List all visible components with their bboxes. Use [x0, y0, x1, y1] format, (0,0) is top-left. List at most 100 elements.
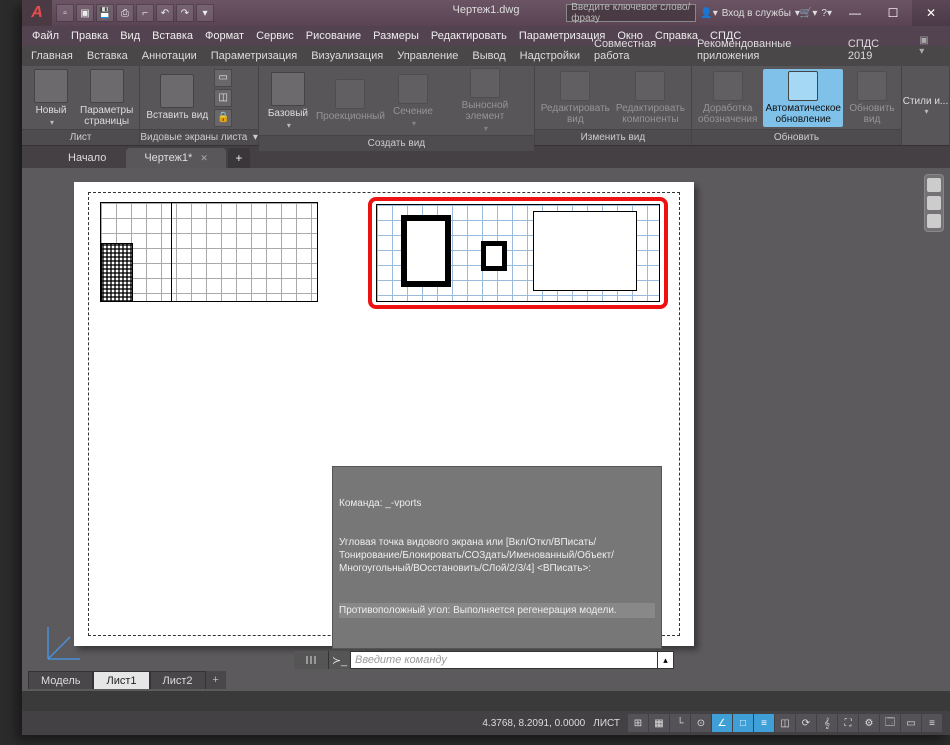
command-history[interactable]: Команда: _-vports Угловая точка видового…	[332, 466, 662, 649]
auto-update-button[interactable]: Автоматическое обновление	[763, 69, 843, 127]
cart-icon[interactable]: ▾🛒▾	[795, 8, 818, 19]
tab-visual[interactable]: Визуализация	[304, 47, 390, 66]
menu-edit[interactable]: Правка	[65, 28, 114, 44]
menu-insert[interactable]: Вставка	[146, 28, 199, 44]
status-clean-icon[interactable]: ▭	[901, 714, 921, 732]
qat-more-icon[interactable]: ▾	[196, 4, 214, 22]
annotation-highlight	[368, 197, 668, 309]
close-button[interactable]	[912, 0, 950, 26]
status-custom-icon[interactable]: ≡	[922, 714, 942, 732]
doc-tab-drawing[interactable]: Чертеж1*✕	[126, 148, 226, 168]
menu-dim[interactable]: Размеры	[367, 28, 425, 44]
tab-home[interactable]: Главная	[24, 47, 80, 66]
panel-create-view: Базовый▾ Проекционный Сечение▾ Выносной …	[259, 66, 535, 145]
qat-undo-icon[interactable]: ↶	[156, 4, 174, 22]
close-doc-icon[interactable]: ✕	[200, 153, 208, 164]
window-controls	[836, 0, 950, 26]
title-bar: A ▫ ▣ 💾 ⎙ ⌐ ↶ ↷ ▾ Чертеж1.dwg Введите кл…	[22, 0, 950, 26]
symbol-sketch-button[interactable]: Доработка обозначения	[698, 71, 757, 125]
status-polar-icon[interactable]: ⊙	[691, 714, 711, 732]
command-input[interactable]: Введите команду	[350, 651, 658, 669]
menu-draw[interactable]: Рисование	[300, 28, 367, 44]
insert-view-button[interactable]: Вставить вид	[146, 74, 208, 121]
vp-clip-icon[interactable]: ◫	[214, 89, 232, 107]
menu-file[interactable]: Файл	[26, 28, 65, 44]
status-workspace-icon[interactable]: ⚙	[859, 714, 879, 732]
panel-title-sheet: Лист	[22, 129, 139, 145]
update-view-button[interactable]: Обновить вид	[849, 71, 895, 125]
panel-title-vp: Видовые экраны листа ▾	[140, 129, 258, 145]
sheet-list1[interactable]: Лист1	[93, 671, 149, 689]
sheet-list2[interactable]: Лист2	[150, 671, 206, 689]
section-view-button[interactable]: Сечение▾	[390, 74, 436, 128]
tab-collab[interactable]: Совместная работа	[587, 35, 690, 66]
qat-save-icon[interactable]: 💾	[96, 4, 114, 22]
status-osnap-icon[interactable]: ∠	[712, 714, 732, 732]
help-icon[interactable]: ?▾	[821, 8, 832, 19]
nav-pan-icon[interactable]	[927, 196, 941, 210]
status-monitor-icon[interactable]: 🗔	[880, 714, 900, 732]
tab-output[interactable]: Вывод	[465, 47, 512, 66]
new-layout-button[interactable]: Новый▾	[28, 69, 74, 127]
qat-new-icon[interactable]: ▫	[56, 4, 74, 22]
menu-view[interactable]: Вид	[114, 28, 146, 44]
status-snap-icon[interactable]: ▦	[649, 714, 669, 732]
status-lineweight-icon[interactable]: ≡	[754, 714, 774, 732]
menu-tools[interactable]: Сервис	[250, 28, 300, 44]
vp-lock-icon[interactable]: 🔒	[214, 109, 232, 127]
app-logo[interactable]: A	[22, 0, 52, 26]
qat-saveas-icon[interactable]: ⎙	[116, 4, 134, 22]
status-cycle-icon[interactable]: ⟳	[796, 714, 816, 732]
tab-spds[interactable]: СПДС 2019	[841, 35, 905, 66]
navigation-bar[interactable]	[924, 174, 944, 232]
status-bar: 4.3768, 8.2091, 0.0000 ЛИСТ ⊞ ▦ └ ⊙ ∠ □ …	[22, 711, 950, 735]
edit-view-button[interactable]: Редактировать вид	[541, 71, 610, 125]
edit-comp-button[interactable]: Редактировать компоненты	[616, 71, 685, 125]
minimize-button[interactable]	[836, 0, 874, 26]
titlebar-right: 👤▾ Вход в службы ▾🛒▾ ?▾	[696, 8, 836, 19]
tab-addins[interactable]: Надстройки	[513, 47, 587, 66]
projected-view-button[interactable]: Проекционный	[317, 79, 384, 122]
panel-styles[interactable]: Стили и... ▾	[902, 66, 950, 145]
tab-manage[interactable]: Управление	[390, 47, 465, 66]
status-grid-icon[interactable]: ⊞	[628, 714, 648, 732]
command-grip-icon[interactable]	[294, 651, 328, 669]
tab-annotate[interactable]: Аннотации	[135, 47, 204, 66]
panel-title-modify: Изменить вид	[535, 129, 691, 145]
coordinate-readout[interactable]: 4.3768, 8.2091, 0.0000	[482, 718, 585, 729]
doc-add-button[interactable]: +	[228, 148, 250, 168]
menu-modify[interactable]: Редактировать	[425, 28, 513, 44]
qat-plot-icon[interactable]: ⌐	[136, 4, 154, 22]
menu-format[interactable]: Формат	[199, 28, 250, 44]
nav-wheel-icon[interactable]	[927, 178, 941, 192]
status-ortho-icon[interactable]: └	[670, 714, 690, 732]
space-label[interactable]: ЛИСТ	[593, 718, 620, 729]
status-annoscale-icon[interactable]: 𝄞	[817, 714, 837, 732]
tab-insert[interactable]: Вставка	[80, 47, 135, 66]
vp-rect-icon[interactable]: ▭	[214, 69, 232, 87]
detail-view-button[interactable]: Выносной элемент▾	[442, 68, 528, 133]
doc-tab-start[interactable]: Начало	[50, 148, 124, 168]
status-transparency-icon[interactable]: ◫	[775, 714, 795, 732]
command-prompt-icon[interactable]: ≻_	[328, 651, 350, 669]
ribbon-collapse-icon[interactable]: ▣ ▾	[905, 35, 948, 66]
panel-viewports: Вставить вид ▭ ◫ 🔒 Видовые экраны листа …	[140, 66, 259, 145]
command-recent-icon[interactable]: ▴	[658, 651, 674, 669]
tab-featured[interactable]: Рекомендованные приложения	[690, 35, 841, 66]
status-otrack-icon[interactable]: □	[733, 714, 753, 732]
nav-zoom-icon[interactable]	[927, 214, 941, 228]
viewport-1[interactable]	[100, 202, 318, 302]
qat-redo-icon[interactable]: ↷	[176, 4, 194, 22]
sheet-model[interactable]: Модель	[28, 671, 93, 689]
tab-param[interactable]: Параметризация	[204, 47, 304, 66]
sheet-add-button[interactable]: +	[206, 671, 226, 689]
ucs-icon[interactable]	[44, 623, 84, 663]
qat-open-icon[interactable]: ▣	[76, 4, 94, 22]
search-input[interactable]: Введите ключевое слово/фразу	[566, 4, 696, 22]
user-icon[interactable]: 👤▾	[700, 8, 717, 19]
login-link[interactable]: Вход в службы	[722, 8, 791, 19]
page-setup-button[interactable]: Параметры страницы	[80, 69, 133, 127]
status-scale-icon[interactable]: ⛶	[838, 714, 858, 732]
maximize-button[interactable]	[874, 0, 912, 26]
base-view-button[interactable]: Базовый▾	[265, 72, 311, 130]
